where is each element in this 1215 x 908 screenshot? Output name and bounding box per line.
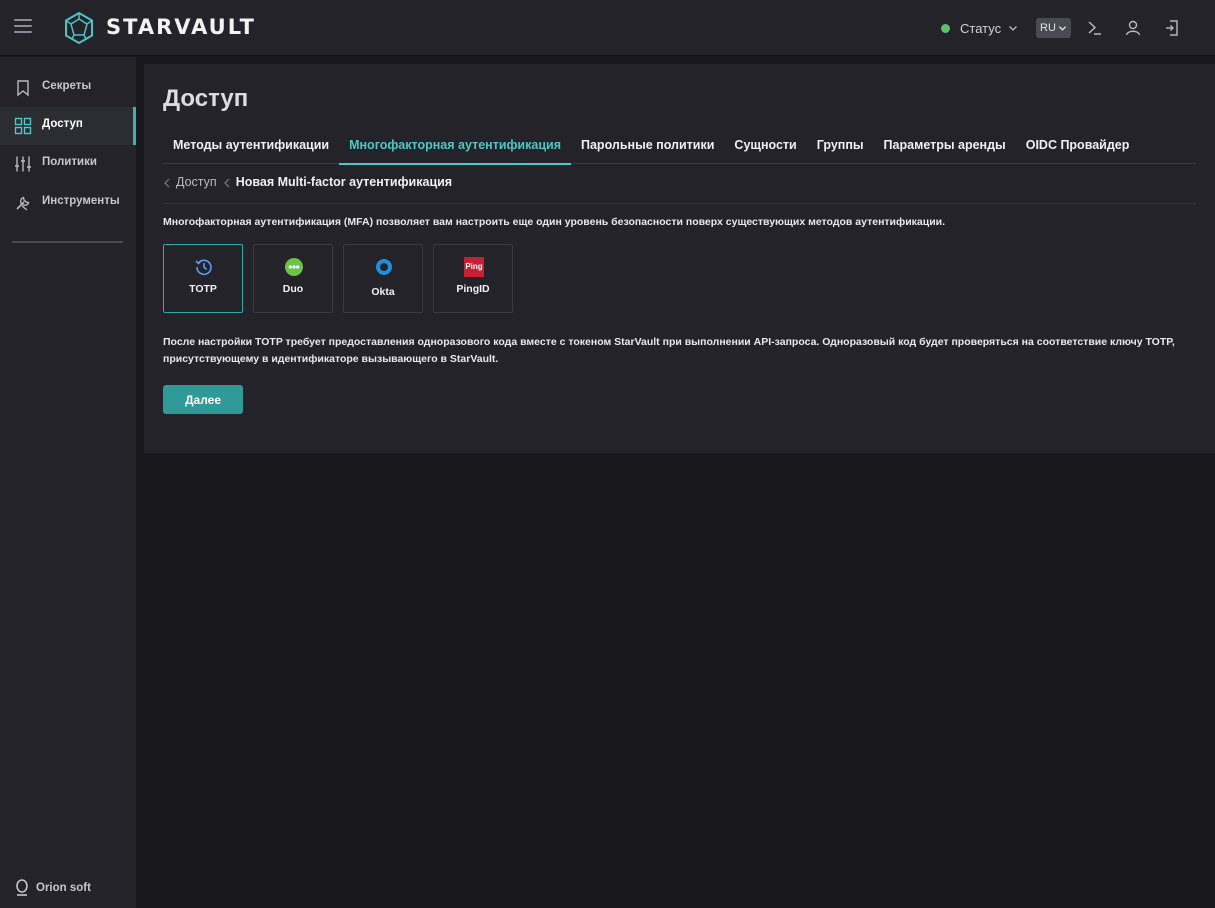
- sidebar-item-secrets[interactable]: Секреты: [0, 69, 136, 107]
- orion-logo-icon: [16, 879, 28, 896]
- sidebar-item-label: Доступ: [42, 118, 83, 130]
- user-icon[interactable]: [1124, 19, 1142, 37]
- vendor-name: Orion soft: [36, 882, 91, 894]
- logout-icon[interactable]: [1163, 19, 1181, 37]
- main-panel: Доступ Методы аутентификации Многофактор…: [144, 64, 1215, 453]
- sidebar-item-label: Инструменты: [42, 195, 120, 207]
- tab-groups[interactable]: Группы: [807, 130, 874, 164]
- next-button[interactable]: Далее: [163, 385, 243, 414]
- pingid-logo-text: Ping: [465, 262, 482, 271]
- sidebar-item-access[interactable]: Доступ: [0, 107, 136, 145]
- menu-icon[interactable]: [14, 19, 32, 33]
- tab-lease-settings[interactable]: Параметры аренды: [874, 130, 1016, 164]
- tab-auth-methods[interactable]: Методы аутентификации: [163, 130, 339, 164]
- chevron-left-icon: [223, 178, 230, 188]
- sliders-icon: [15, 156, 31, 172]
- terminal-icon[interactable]: [1086, 19, 1104, 37]
- sidebar-item-label: Политики: [42, 156, 97, 168]
- status-indicator: [941, 23, 950, 33]
- totp-icon: [195, 259, 212, 276]
- tab-oidc-provider[interactable]: OIDC Провайдер: [1016, 130, 1140, 164]
- logo-icon: [65, 11, 93, 45]
- chevron-left-icon: [164, 178, 170, 188]
- grid-icon: [14, 117, 32, 135]
- tab-bar: Методы аутентификации Многофакторная аут…: [163, 130, 1196, 165]
- tab-password-policies[interactable]: Парольные политики: [571, 130, 724, 164]
- method-label: TOTP: [189, 283, 217, 295]
- mfa-method-list: TOTP Duo Okta Ping PingID: [163, 244, 523, 313]
- method-card-okta[interactable]: Okta: [343, 244, 423, 313]
- okta-icon: [376, 259, 392, 275]
- chevron-down-icon: [1058, 25, 1067, 31]
- tab-entities[interactable]: Сущности: [724, 130, 806, 164]
- chevron-down-icon: [1009, 26, 1018, 31]
- pingid-icon: Ping: [464, 257, 484, 277]
- breadcrumb-current: Новая Multi-factor аутентификация: [235, 175, 453, 189]
- method-card-totp[interactable]: TOTP: [163, 244, 243, 313]
- mfa-description: Многофакторная аутентификация (MFA) позв…: [163, 216, 946, 228]
- bookmark-icon: [17, 80, 29, 97]
- vendor-footer: Orion soft: [15, 879, 91, 897]
- language-label: RU: [1040, 22, 1056, 34]
- top-bar: STARVAULT Статус RU: [0, 0, 1215, 56]
- sidebar-item-label: Секреты: [42, 80, 92, 92]
- language-select[interactable]: RU: [1036, 18, 1071, 38]
- sidebar-item-tools[interactable]: Инструменты: [0, 184, 136, 222]
- status-dropdown[interactable]: Статус: [941, 19, 1018, 37]
- method-card-pingid[interactable]: Ping PingID: [433, 244, 513, 313]
- sidebar: Секреты Доступ Политики Инструменты Orio…: [0, 57, 136, 908]
- sidebar-divider: [12, 241, 123, 243]
- method-label: Duo: [282, 283, 304, 295]
- method-label: Okta: [371, 286, 395, 298]
- status-label: Статус: [960, 20, 1002, 36]
- method-label: PingID: [456, 283, 490, 295]
- tab-mfa[interactable]: Многофакторная аутентификация: [339, 130, 571, 165]
- sidebar-item-policies[interactable]: Политики: [0, 145, 136, 183]
- page-title: Доступ: [163, 85, 249, 112]
- method-card-duo[interactable]: Duo: [253, 244, 333, 313]
- method-info-text: После настройки TOTP требует предоставле…: [163, 336, 1175, 365]
- breadcrumb: Доступ Новая Multi-factor аутентификация: [163, 175, 1196, 204]
- breadcrumb-parent-link[interactable]: Доступ: [176, 175, 217, 189]
- tools-icon: [16, 196, 30, 211]
- duo-icon: [285, 258, 303, 276]
- brand-name: STARVAULT: [106, 15, 256, 39]
